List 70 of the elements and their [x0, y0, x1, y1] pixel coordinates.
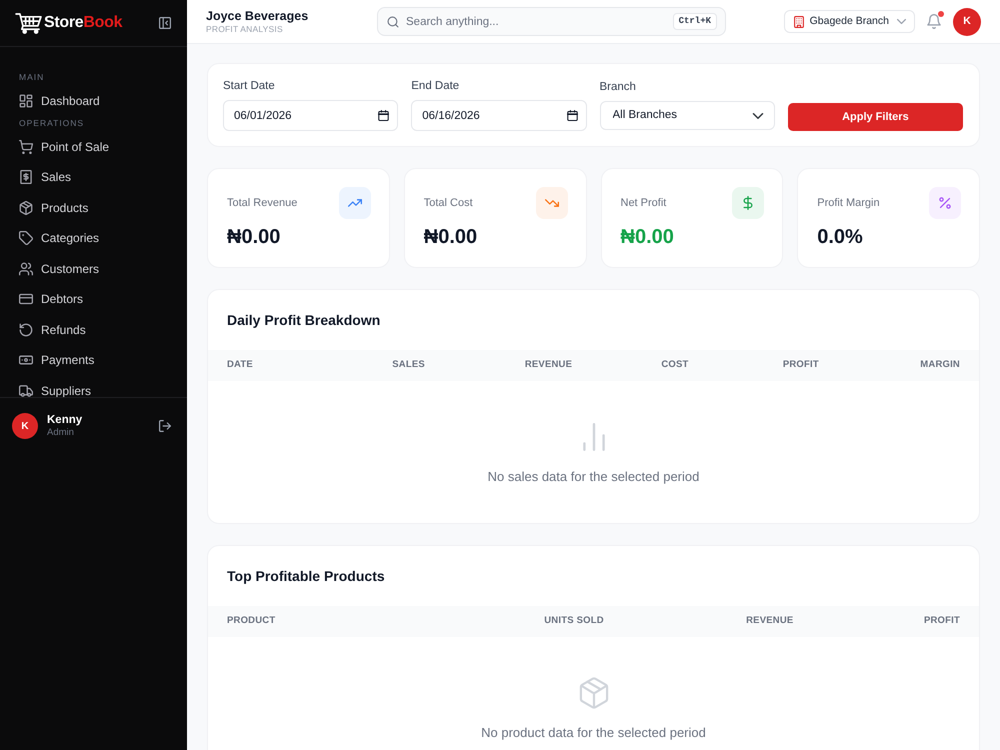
- column-header: PRODUCT: [208, 606, 434, 637]
- banknote-icon: [19, 353, 33, 367]
- stat-label: Total Cost: [424, 196, 473, 211]
- branch-switcher-button[interactable]: Gbagede Branch: [784, 10, 915, 33]
- stat-label: Profit Margin: [817, 196, 880, 211]
- sidebar-item[interactable]: Refunds: [8, 316, 179, 344]
- truck-icon: [19, 384, 33, 397]
- date-input[interactable]: 06/16/2026: [411, 100, 586, 131]
- tag-icon: [19, 231, 33, 245]
- box-icon: [578, 677, 610, 709]
- stat-value: ₦0.00: [424, 225, 478, 249]
- stat-value: ₦0.00: [620, 225, 675, 249]
- column-header: COST: [591, 350, 708, 381]
- stat-label: Total Revenue: [227, 196, 298, 211]
- sidebar-item[interactable]: Payments: [8, 346, 179, 374]
- cart-logo-icon: [14, 12, 43, 34]
- page-title: Joyce Beverages: [206, 8, 310, 24]
- nav-section-heading: OPERATIONS: [18, 117, 86, 130]
- sidebar-item[interactable]: Point of Sale: [8, 132, 179, 160]
- column-header: PROFIT: [812, 606, 979, 637]
- calendar-icon[interactable]: [378, 110, 390, 121]
- column-header: REVENUE: [444, 350, 592, 381]
- column-header: PROFIT: [708, 350, 838, 381]
- grid-icon: [19, 94, 33, 108]
- field-label: Branch: [600, 80, 637, 94]
- stat-value: 0.0%: [817, 225, 864, 249]
- empty-state-message: No product data for the selected period: [481, 725, 706, 741]
- user-role: Admin: [47, 427, 75, 439]
- stat-label: Net Profit: [620, 196, 666, 211]
- branch-select[interactable]: All Branches: [600, 101, 775, 130]
- rotate-arrow-icon: [19, 322, 33, 336]
- date-input[interactable]: 06/01/2026: [223, 100, 398, 131]
- column-header: REVENUE: [622, 606, 812, 637]
- sidebar-item[interactable]: Dashboard: [8, 86, 179, 114]
- column-header: SALES: [326, 350, 444, 381]
- nav-section-heading: MAIN: [18, 71, 46, 84]
- profile-avatar[interactable]: K: [953, 8, 981, 36]
- chevron-down-icon: [897, 17, 906, 26]
- sidebar-item[interactable]: Categories: [8, 224, 179, 252]
- cart-icon: [19, 140, 33, 154]
- column-header: MARGIN: [838, 350, 979, 381]
- user-avatar: K: [12, 413, 38, 439]
- empty-state-message: No sales data for the selected period: [488, 469, 700, 485]
- sidebar-item[interactable]: Products: [8, 194, 179, 222]
- column-header: UNITS SOLD: [433, 606, 623, 637]
- field-label: Start Date: [223, 79, 276, 93]
- user-name: Kenny: [47, 413, 82, 427]
- calendar-icon[interactable]: [566, 110, 578, 121]
- sidebar-item[interactable]: Suppliers: [8, 376, 179, 397]
- people-icon: [19, 262, 33, 276]
- box-icon: [19, 200, 33, 214]
- sidebar-collapse-icon[interactable]: [159, 17, 171, 29]
- notification-bell-icon[interactable]: [927, 14, 941, 29]
- sidebar-item[interactable]: Sales: [8, 163, 179, 191]
- sidebar-item[interactable]: Customers: [8, 254, 179, 282]
- page-subtitle: PROFIT ANALYSIS: [206, 24, 284, 34]
- stat-value: ₦0.00: [227, 225, 282, 249]
- logout-icon[interactable]: [159, 420, 171, 432]
- card-title: Daily Profit Breakdown: [227, 310, 380, 330]
- column-header: DATE: [208, 350, 326, 381]
- field-label: End Date: [411, 79, 460, 93]
- apply-filters-button[interactable]: Apply Filters: [788, 103, 963, 131]
- shortcut-hint: Ctrl+K: [672, 13, 717, 30]
- card-title: Top Profitable Products: [227, 566, 385, 586]
- sidebar-item[interactable]: Debtors: [8, 285, 179, 313]
- receipt-icon: [19, 170, 33, 184]
- card-icon: [19, 292, 33, 306]
- building-icon: [792, 16, 805, 28]
- logo-text: StoreBook: [44, 15, 122, 31]
- search-icon: [387, 16, 399, 28]
